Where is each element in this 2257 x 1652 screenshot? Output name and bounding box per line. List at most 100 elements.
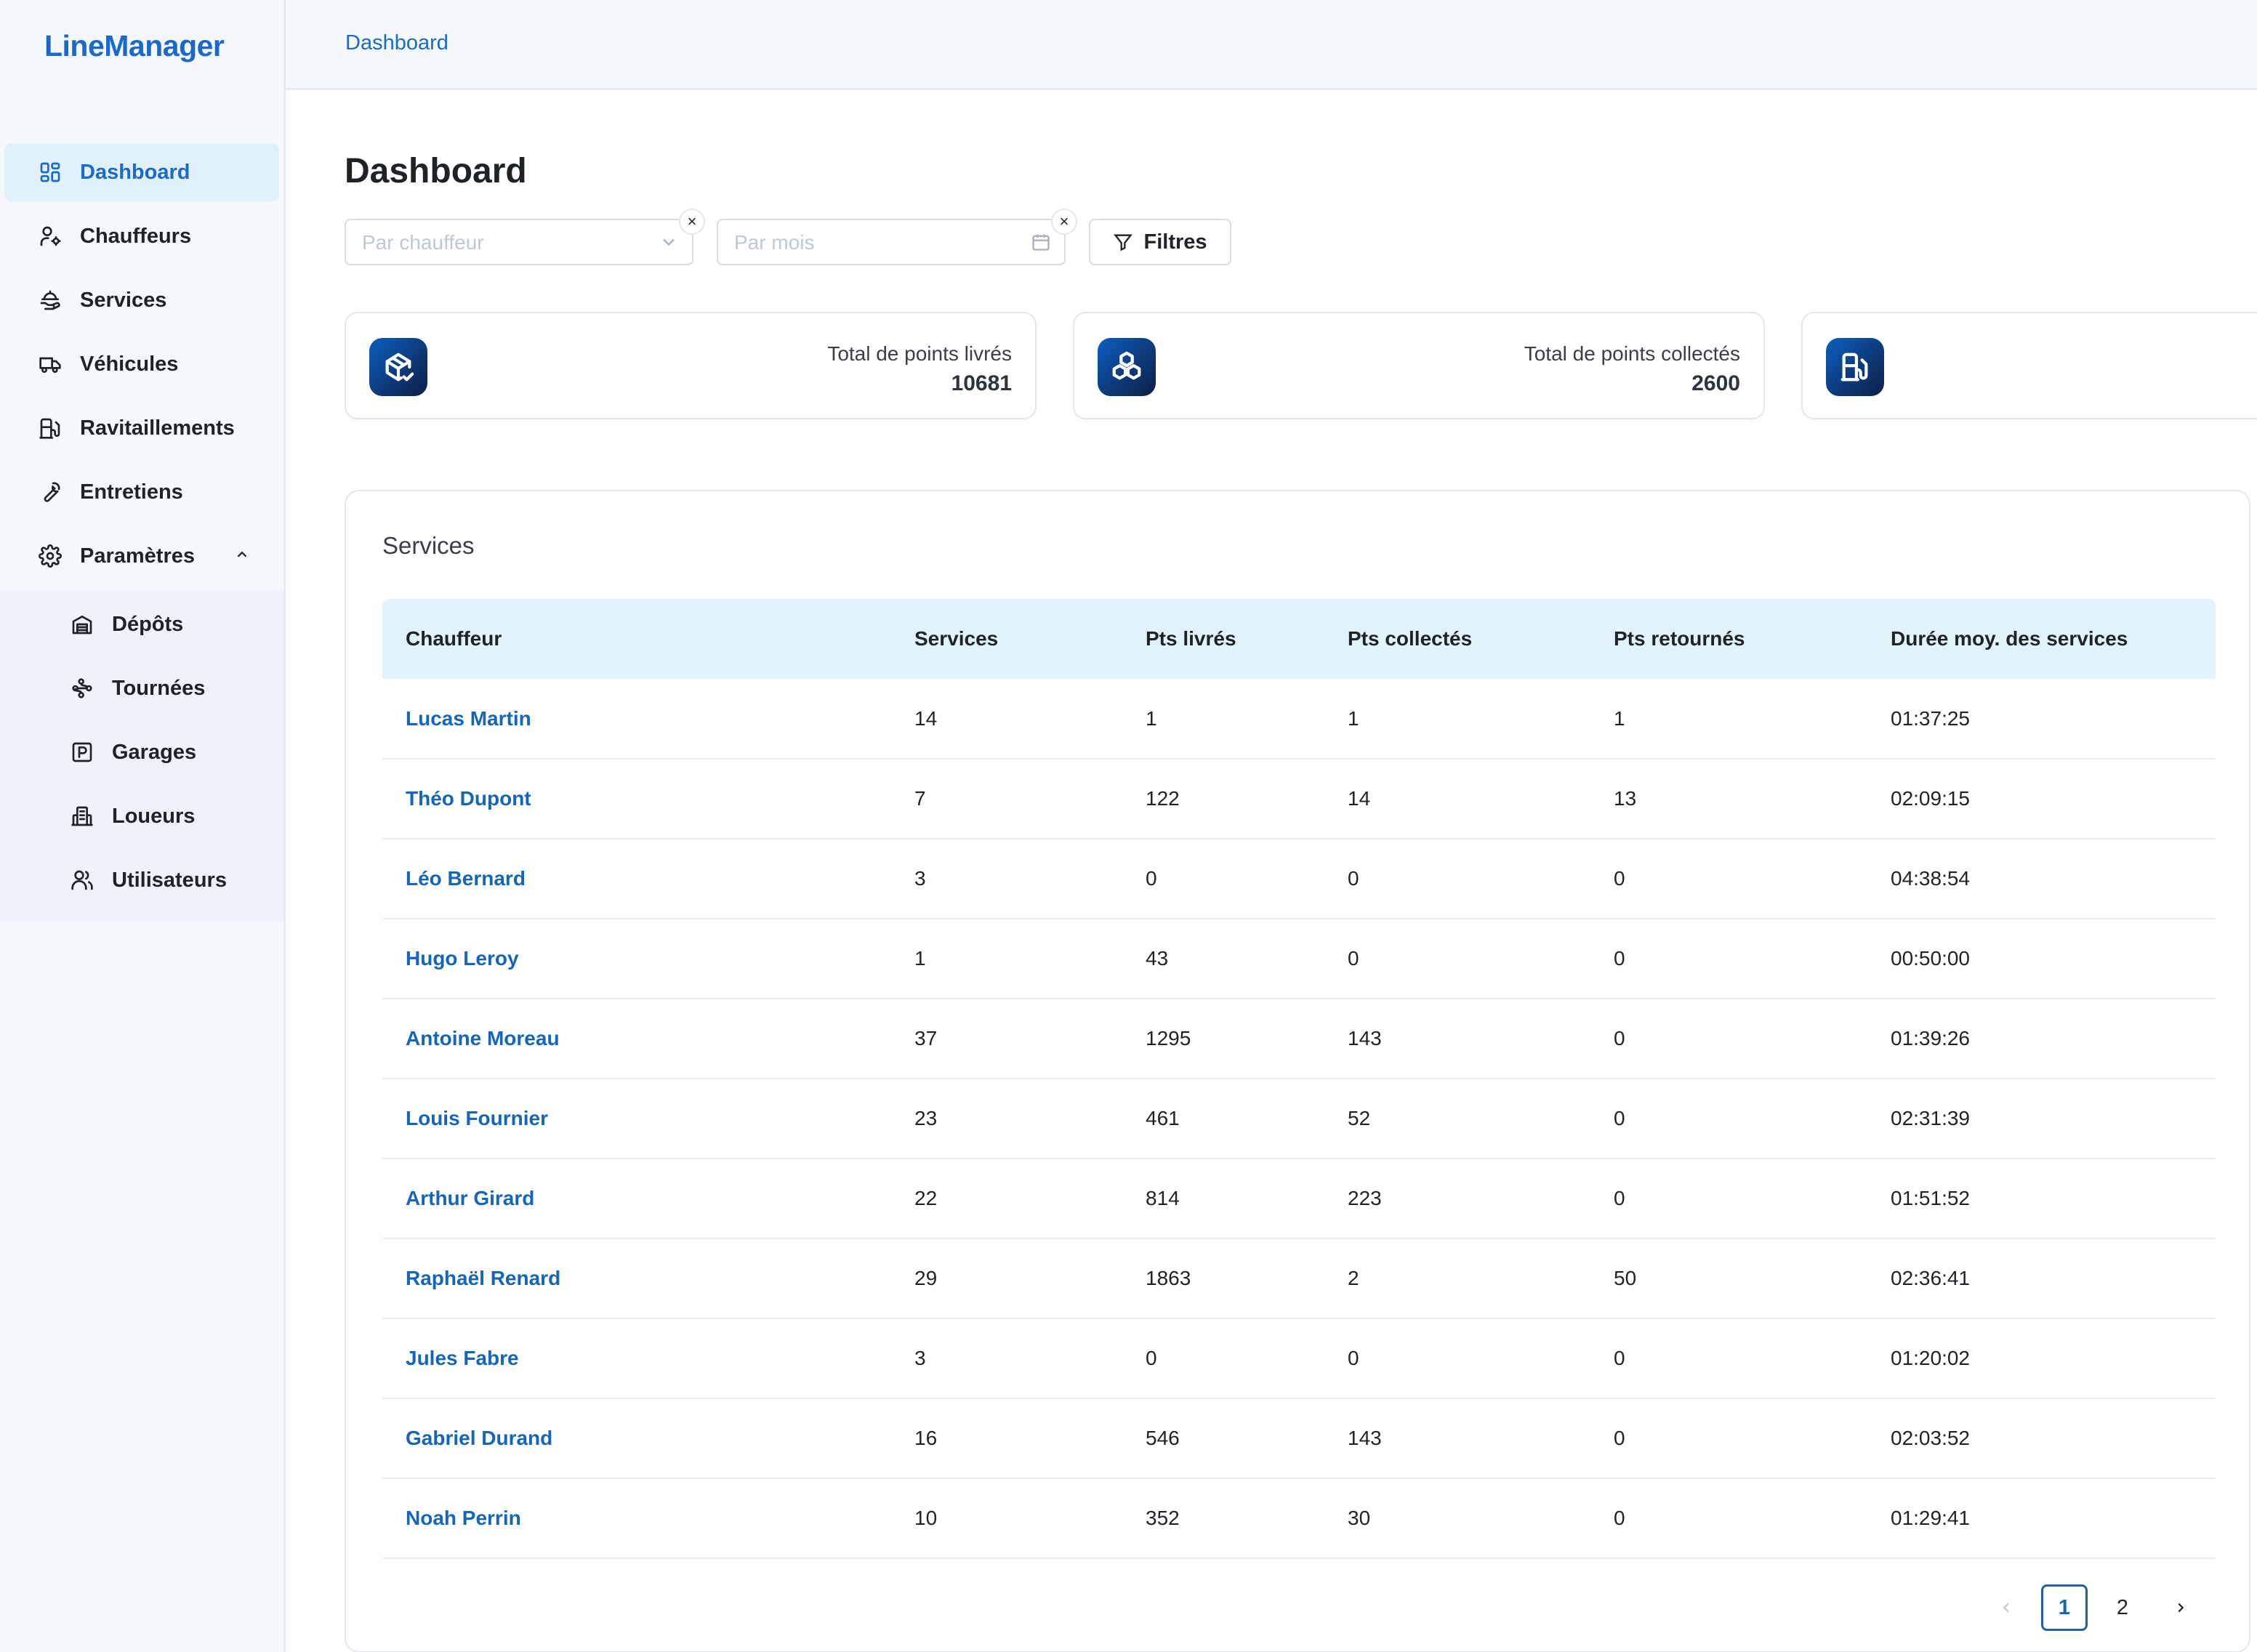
sidebar-nav: Dashboard Chauffeurs Services Véhicules … [0, 143, 283, 921]
table-cell: 13 [1590, 759, 1867, 839]
sidebar-item-entretiens[interactable]: Entretiens [4, 463, 279, 521]
month-picker-placeholder: Par mois [734, 231, 815, 254]
sidebar-item-label: Utilisateurs [112, 868, 227, 892]
driver-link[interactable]: Arthur Girard [382, 1159, 891, 1239]
table-row: Raphaël Renard 29 1863 2 50 02:36:41 [382, 1238, 2216, 1319]
month-picker[interactable]: Par mois × [717, 209, 1077, 265]
driver-link[interactable]: Jules Fabre [382, 1318, 891, 1399]
app-logo[interactable]: LineManager [44, 29, 225, 63]
sidebar-item-vehicules[interactable]: Véhicules [4, 335, 279, 393]
driver-link[interactable]: Louis Fournier [382, 1079, 891, 1159]
table-cell: 02:31:39 [1867, 1079, 2216, 1159]
table-cell: 461 [1122, 1079, 1324, 1159]
table-cell: 43 [1122, 919, 1324, 999]
sidebar-item-depots[interactable]: Dépôts [0, 595, 283, 653]
table-cell: 3 [891, 1318, 1122, 1399]
package-check-icon [369, 338, 427, 396]
table-cell: 3 [891, 839, 1122, 919]
cloche-hand-icon [38, 288, 63, 313]
sidebar-item-label: Entretiens [80, 480, 183, 504]
driver-link[interactable]: Lucas Martin [382, 679, 891, 759]
table-cell: 10 [891, 1478, 1122, 1559]
table-cell: 01:20:02 [1867, 1318, 2216, 1399]
table-cell: 0 [1590, 999, 1867, 1079]
sidebar-item-label: Garages [112, 740, 197, 764]
sidebar-item-garages[interactable]: Garages [0, 723, 283, 781]
table-cell: 352 [1122, 1478, 1324, 1559]
driver-link[interactable]: Noah Perrin [382, 1478, 891, 1559]
table-cell: 37 [891, 999, 1122, 1079]
sidebar-item-label: Ravitaillements [80, 416, 235, 440]
driver-select[interactable]: Par chauffeur × [345, 209, 705, 265]
column-header[interactable]: Pts livrés [1122, 599, 1324, 679]
sidebar-item-label: Dashboard [80, 160, 190, 184]
column-header[interactable]: Services [891, 599, 1122, 679]
chevron-down-icon [659, 232, 679, 252]
table-cell: 122 [1122, 759, 1324, 839]
driver-link[interactable]: Théo Dupont [382, 759, 891, 839]
parametres-submenu: Dépôts Tournées Garages Loueurs Utilisat… [0, 591, 283, 921]
sidebar: LineManager Dashboard Chauffeurs Service… [0, 0, 286, 1652]
stat-card-delivered: Total de points livrés 10681 [345, 312, 1037, 419]
table-cell: 0 [1590, 1159, 1867, 1239]
table-cell: 04:38:54 [1867, 839, 2216, 919]
clear-driver-button[interactable]: × [679, 209, 705, 235]
table-body: Lucas Martin 14 1 1 1 01:37:25 Théo Dupont 7 122… [382, 679, 2216, 1559]
table-cell: 30 [1324, 1478, 1590, 1559]
warehouse-icon [70, 612, 94, 637]
sidebar-item-ravitaillements[interactable]: Ravitaillements [4, 399, 279, 457]
sidebar-item-label: Dépôts [112, 612, 184, 636]
column-header[interactable]: Durée moy. des services [1867, 599, 2216, 679]
table-cell: 1 [1324, 679, 1590, 759]
page-button-2[interactable]: 2 [2099, 1584, 2146, 1631]
table-cell: 0 [1590, 919, 1867, 999]
table-cell: 01:37:25 [1867, 679, 2216, 759]
breadcrumb[interactable]: Dashboard [345, 31, 448, 55]
driver-link[interactable]: Hugo Leroy [382, 919, 891, 999]
table-cell: 0 [1324, 1318, 1590, 1399]
pagination: 1 2 [1971, 1584, 2204, 1631]
filters-button[interactable]: Filtres [1089, 219, 1231, 265]
driver-link[interactable]: Raphaël Renard [382, 1238, 891, 1319]
clear-month-button[interactable]: × [1051, 209, 1077, 235]
user-gear-icon [38, 224, 63, 249]
table-cell: 02:03:52 [1867, 1398, 2216, 1479]
sidebar-item-chauffeurs[interactable]: Chauffeurs [4, 207, 279, 265]
driver-link[interactable]: Antoine Moreau [382, 999, 891, 1079]
table-cell: 50 [1590, 1238, 1867, 1319]
services-table: Chauffeur Services Pts livrés Pts collec… [382, 599, 2216, 1559]
chevron-up-icon[interactable] [234, 547, 250, 566]
sidebar-item-parametres[interactable]: Paramètres [4, 527, 279, 585]
sidebar-item-services[interactable]: Services [4, 271, 279, 329]
gear-icon [38, 544, 63, 568]
table-cell: 1 [891, 919, 1122, 999]
driver-link[interactable]: Léo Bernard [382, 839, 891, 919]
users-icon [70, 868, 94, 893]
table-cell: 01:29:41 [1867, 1478, 2216, 1559]
sidebar-item-dashboard[interactable]: Dashboard [4, 143, 279, 201]
table-cell: 0 [1590, 1318, 1867, 1399]
column-header[interactable]: Pts retournés [1590, 599, 1867, 679]
driver-select-placeholder: Par chauffeur [362, 231, 484, 254]
sidebar-item-label: Véhicules [80, 352, 179, 376]
column-header[interactable]: Chauffeur [382, 599, 891, 679]
sidebar-item-loueurs[interactable]: Loueurs [0, 787, 283, 845]
page-button-1[interactable]: 1 [2041, 1584, 2088, 1631]
fuel-pump-icon [38, 416, 63, 440]
sidebar-item-utilisateurs[interactable]: Utilisateurs [0, 851, 283, 909]
table-cell: 0 [1122, 1318, 1324, 1399]
table-cell: 52 [1324, 1079, 1590, 1159]
chevron-left-icon [2003, 1603, 2009, 1613]
column-header[interactable]: Pts collectés [1324, 599, 1590, 679]
sidebar-item-tournees[interactable]: Tournées [0, 659, 283, 717]
driver-link[interactable]: Gabriel Durand [382, 1398, 891, 1479]
next-page-button[interactable] [2157, 1584, 2204, 1631]
table-cell: 1 [1590, 679, 1867, 759]
table-cell: 0 [1590, 1079, 1867, 1159]
prev-page-button[interactable] [1983, 1584, 2029, 1631]
stat-label: Total de points livrés [827, 342, 1012, 365]
panel-title: Services [382, 532, 475, 559]
stat-card-collected: Total de points collectés 2600 [1073, 312, 1765, 419]
table-row: Gabriel Durand 16 546 143 0 02:03:52 [382, 1398, 2216, 1479]
table-cell: 2 [1324, 1238, 1590, 1319]
